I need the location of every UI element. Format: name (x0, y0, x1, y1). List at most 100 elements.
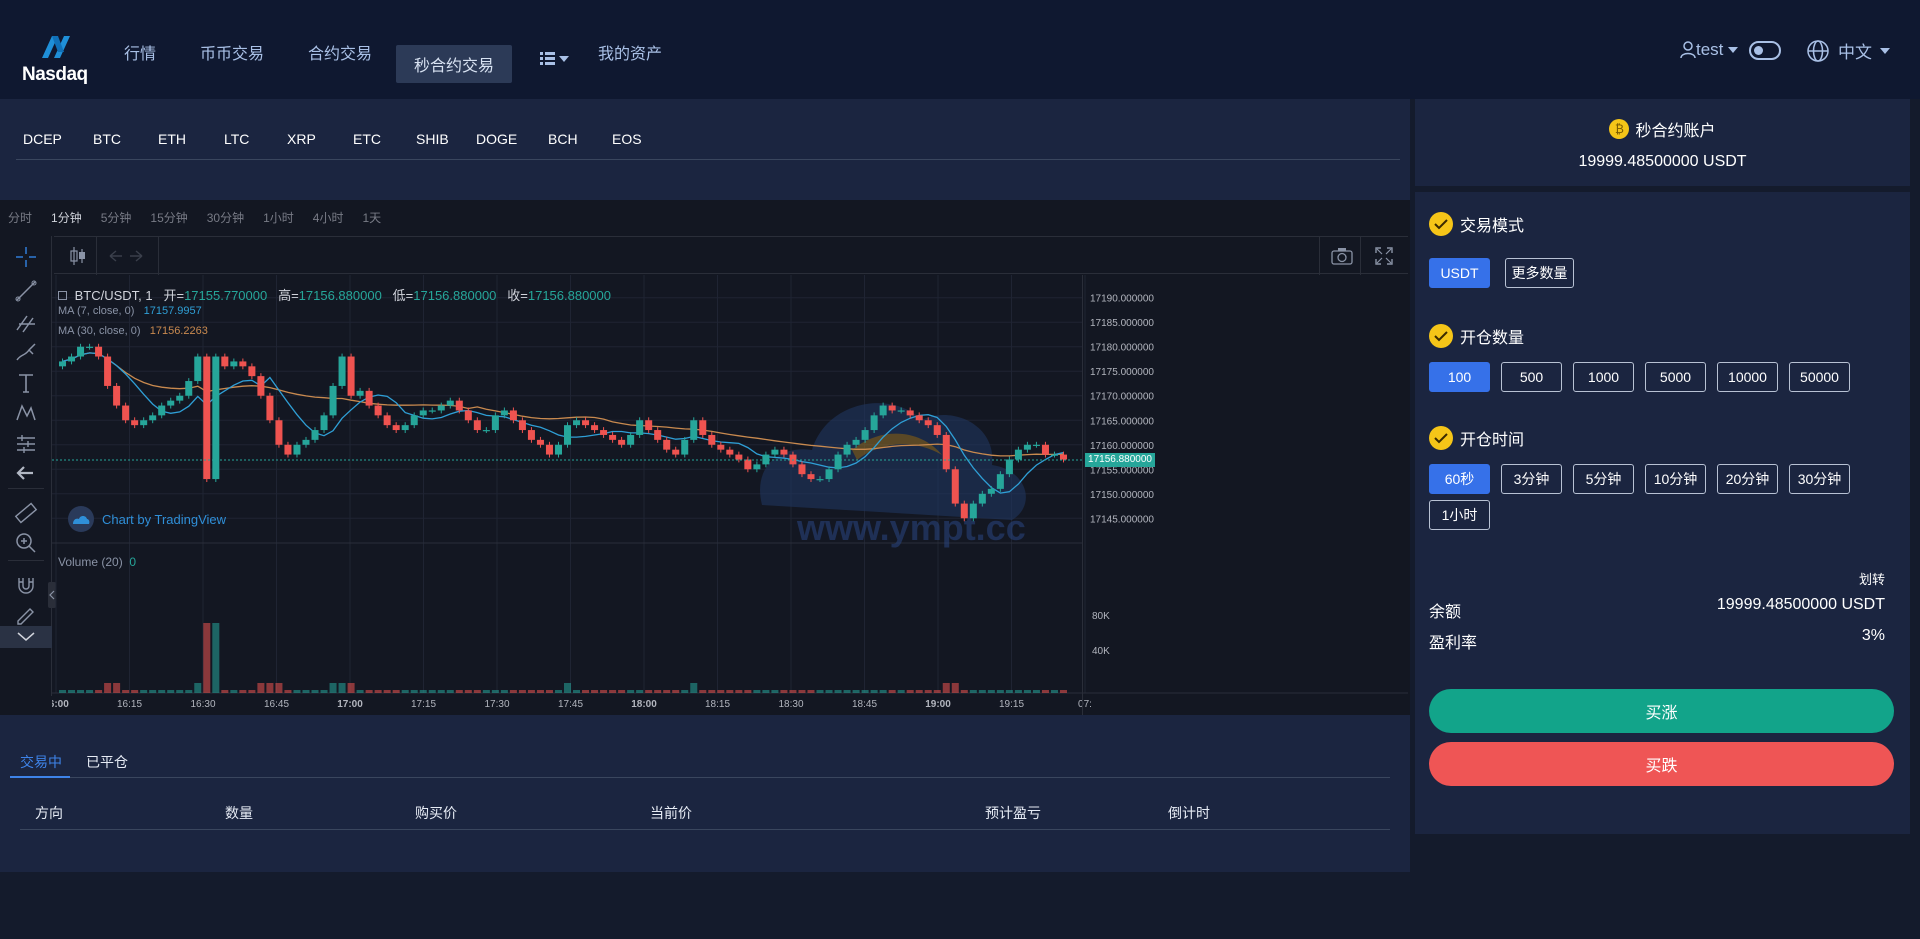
interval-5m[interactable]: 5分钟 (101, 209, 132, 226)
lock-pencil-icon[interactable] (13, 602, 39, 628)
candlestick-chart[interactable]: www.ympt.cc 17190.000000 17185.000000 1718… (43, 275, 1408, 715)
coin-ltc[interactable]: LTC (224, 131, 249, 147)
brush-icon[interactable] (13, 340, 39, 366)
symbol-label: BTC/USDT, 1 (74, 288, 153, 303)
candle (104, 356, 112, 386)
tradingview-attribution[interactable]: Chart by TradingView (68, 506, 226, 532)
tab-trading[interactable]: 交易中 (20, 752, 62, 772)
nav-item-futures[interactable]: 合约交易 (308, 40, 372, 64)
crosshair-icon[interactable] (13, 244, 39, 270)
nav-item-second-contract[interactable]: 秒合约交易 (396, 45, 513, 83)
volume-bar (600, 690, 608, 693)
x-tick-label: 16:30 (190, 699, 215, 710)
tools-collapse[interactable] (0, 626, 52, 648)
nav-item-market[interactable]: 行情 (124, 40, 156, 64)
interval-15m[interactable]: 15分钟 (150, 209, 187, 226)
qty-title-text: 开仓数量 (1460, 330, 1525, 347)
nav-item-assets[interactable]: 我的资产 (598, 40, 662, 64)
coin-etc[interactable]: ETC (353, 131, 381, 147)
candle (906, 410, 914, 416)
qty-10000[interactable]: 10000 (1717, 362, 1778, 392)
volume-bar (329, 683, 337, 693)
interval-30m[interactable]: 30分钟 (207, 209, 244, 226)
y-tick-label: 17150.000000 (1090, 490, 1154, 501)
coin-btc[interactable]: BTC (93, 131, 121, 147)
fullscreen-icon[interactable] (1374, 246, 1394, 266)
candle (645, 420, 653, 431)
volume-bar (924, 690, 932, 693)
tool-divider (8, 488, 44, 489)
candle (446, 400, 454, 406)
qty-100[interactable]: 100 (1429, 362, 1490, 392)
user-menu[interactable]: test (1680, 40, 1739, 60)
tab-closed[interactable]: 已平仓 (86, 752, 128, 772)
interval-1h[interactable]: 1小时 (263, 209, 294, 226)
buy-down-button[interactable]: 买跌 (1429, 742, 1894, 786)
fib-tool-icon[interactable] (13, 310, 39, 336)
buy-up-button[interactable]: 买涨 (1429, 689, 1894, 733)
qty-5000[interactable]: 5000 (1645, 362, 1706, 392)
volume-bar (609, 690, 617, 693)
qty-1000[interactable]: 1000 (1573, 362, 1634, 392)
candle (545, 444, 553, 455)
volume-bar (365, 690, 373, 693)
positions-section: 交易中 已平仓 方向 数量 购买价 当前价 预计盈亏 倒计时 (0, 719, 1410, 869)
collapse-icon[interactable] (58, 291, 67, 300)
candle-type-icon[interactable] (68, 245, 88, 267)
coin-bch[interactable]: BCH (548, 131, 578, 147)
coin-eth[interactable]: ETH (158, 131, 186, 147)
back-arrow-icon[interactable] (13, 460, 39, 486)
time-20m[interactable]: 20分钟 (1717, 464, 1778, 494)
language-selector[interactable]: 中文 (1806, 38, 1890, 63)
measure-tool-icon[interactable] (13, 430, 39, 456)
mode-usdt[interactable]: USDT (1429, 258, 1490, 288)
time-60s[interactable]: 60秒 (1429, 464, 1490, 494)
mode-more-qty[interactable]: 更多数量 (1505, 258, 1574, 288)
candle (771, 449, 779, 455)
candle (1014, 449, 1022, 460)
open-value: 17155.770000 (184, 288, 268, 303)
candle (68, 356, 76, 362)
zoom-icon[interactable] (13, 530, 39, 556)
transfer-link[interactable]: 划转 (1859, 569, 1885, 588)
interval-4h[interactable]: 4小时 (313, 209, 344, 226)
candle (275, 420, 283, 445)
ruler-icon[interactable] (13, 500, 39, 526)
theme-toggle[interactable] (1749, 41, 1781, 60)
time-30m[interactable]: 30分钟 (1789, 464, 1850, 494)
qty-50000[interactable]: 50000 (1789, 362, 1850, 392)
coin-xrp[interactable]: XRP (287, 131, 316, 147)
trend-line-icon[interactable] (13, 278, 39, 304)
nav-item-spot[interactable]: 币币交易 (200, 40, 264, 64)
time-10m[interactable]: 10分钟 (1645, 464, 1706, 494)
ma30-label: MA (30, close, 0) (58, 325, 141, 337)
coin-shib[interactable]: SHIB (416, 131, 449, 147)
qty-500[interactable]: 500 (1501, 362, 1562, 392)
candle (879, 405, 887, 416)
time-5m[interactable]: 5分钟 (1573, 464, 1634, 494)
undo-redo-icon[interactable] (104, 246, 148, 266)
x-tick-label: 17:45 (558, 699, 583, 710)
interval-1m[interactable]: 1分钟 (51, 209, 82, 226)
text-tool-icon[interactable] (13, 370, 39, 396)
volume-bar (482, 690, 490, 693)
magnet-icon[interactable] (13, 572, 39, 598)
nasdaq-logo[interactable]: Nasdaq (20, 28, 100, 88)
time-3m[interactable]: 3分钟 (1501, 464, 1562, 494)
volume-bar (383, 690, 391, 693)
camera-icon[interactable] (1330, 246, 1354, 266)
interval-1d[interactable]: 1天 (362, 209, 381, 226)
coin-doge[interactable]: DOGE (476, 131, 517, 147)
coin-dcep[interactable]: DCEP (23, 131, 62, 147)
time-title: 开仓时间 (1429, 426, 1524, 450)
pattern-tool-icon[interactable] (13, 400, 39, 426)
list-menu-icon[interactable] (538, 49, 574, 69)
coin-eos[interactable]: EOS (612, 131, 642, 147)
volume-bar (690, 683, 698, 693)
candle (708, 434, 716, 445)
time-1h[interactable]: 1小时 (1429, 500, 1490, 530)
price-chart[interactable]: www.ympt.cc 17190.000000 17185.000000 1718… (43, 275, 1408, 715)
volume-bar (627, 690, 635, 693)
interval-line[interactable]: 分时 (8, 209, 32, 226)
candle (1050, 454, 1058, 456)
